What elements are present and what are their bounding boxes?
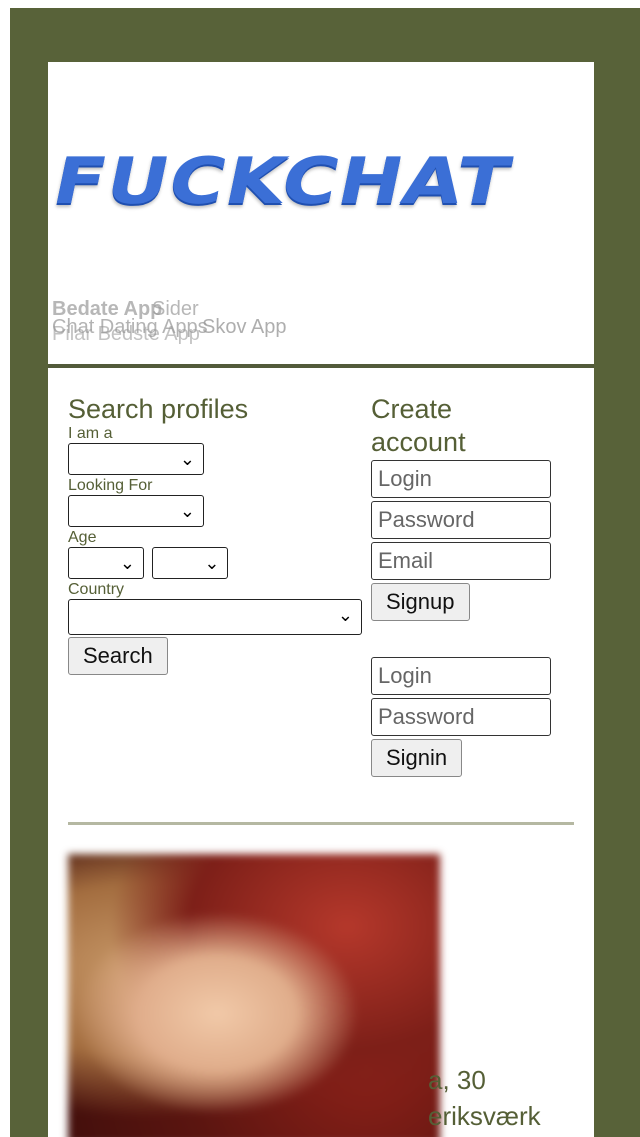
signup-password-input[interactable]: Password xyxy=(371,501,551,539)
i-am-select[interactable]: ⌄ xyxy=(68,443,204,475)
age-label: Age xyxy=(68,529,97,546)
signup-login-input[interactable]: Login xyxy=(371,460,551,498)
profile-location: eriksværk xyxy=(428,1101,541,1131)
profile-name-age[interactable]: a, 30 xyxy=(428,1062,541,1098)
chevron-down-icon: ⌄ xyxy=(179,449,195,469)
create-account-title-line2: account xyxy=(371,427,466,457)
signup-email-input[interactable]: Email xyxy=(371,542,551,580)
age-from-select[interactable]: ⌄ xyxy=(68,547,144,579)
page-container: FUCKCHAT Bedate App Sider Chat Dating Ap… xyxy=(48,62,594,1137)
country-label: Country xyxy=(68,581,125,598)
chevron-down-icon: ⌄ xyxy=(179,501,195,521)
signin-login-input[interactable]: Login xyxy=(371,657,551,695)
i-am-label: I am a xyxy=(68,425,113,442)
top-edge-strip xyxy=(0,0,640,8)
search-profiles-title: Search profiles xyxy=(68,394,249,424)
signin-password-input[interactable]: Password xyxy=(371,698,551,736)
create-account-form: Create account Login Password Email Sign… xyxy=(371,396,571,777)
search-button[interactable]: Search xyxy=(68,637,168,675)
header-link[interactable]: Pilar Bedste App xyxy=(52,323,200,346)
signin-button[interactable]: Signin xyxy=(371,739,463,777)
site-header: FUCKCHAT Bedate App Sider Chat Dating Ap… xyxy=(48,62,594,362)
chevron-down-icon: ⌄ xyxy=(204,553,220,573)
header-divider xyxy=(48,364,594,368)
search-profiles-form: Search profiles I am a ⌄ Looking For ⌄ A… xyxy=(68,396,368,675)
profile-photo[interactable] xyxy=(68,854,440,1137)
age-to-select[interactable]: ⌄ xyxy=(152,547,229,579)
chevron-down-icon: ⌄ xyxy=(337,605,353,625)
looking-for-select[interactable]: ⌄ xyxy=(68,495,204,527)
country-select[interactable]: ⌄ xyxy=(68,599,362,635)
left-edge-strip xyxy=(0,0,10,1137)
profile-info: a, 30 eriksværk rk xyxy=(428,1062,541,1137)
chevron-down-icon: ⌄ xyxy=(119,553,135,573)
header-link[interactable]: Skov App xyxy=(202,316,287,339)
create-account-title-line1: Create xyxy=(371,394,453,424)
site-logo[interactable]: FUCKCHAT xyxy=(48,145,518,219)
section-divider xyxy=(68,822,574,825)
signup-button[interactable]: Signup xyxy=(371,583,470,621)
looking-for-label: Looking For xyxy=(68,477,153,494)
